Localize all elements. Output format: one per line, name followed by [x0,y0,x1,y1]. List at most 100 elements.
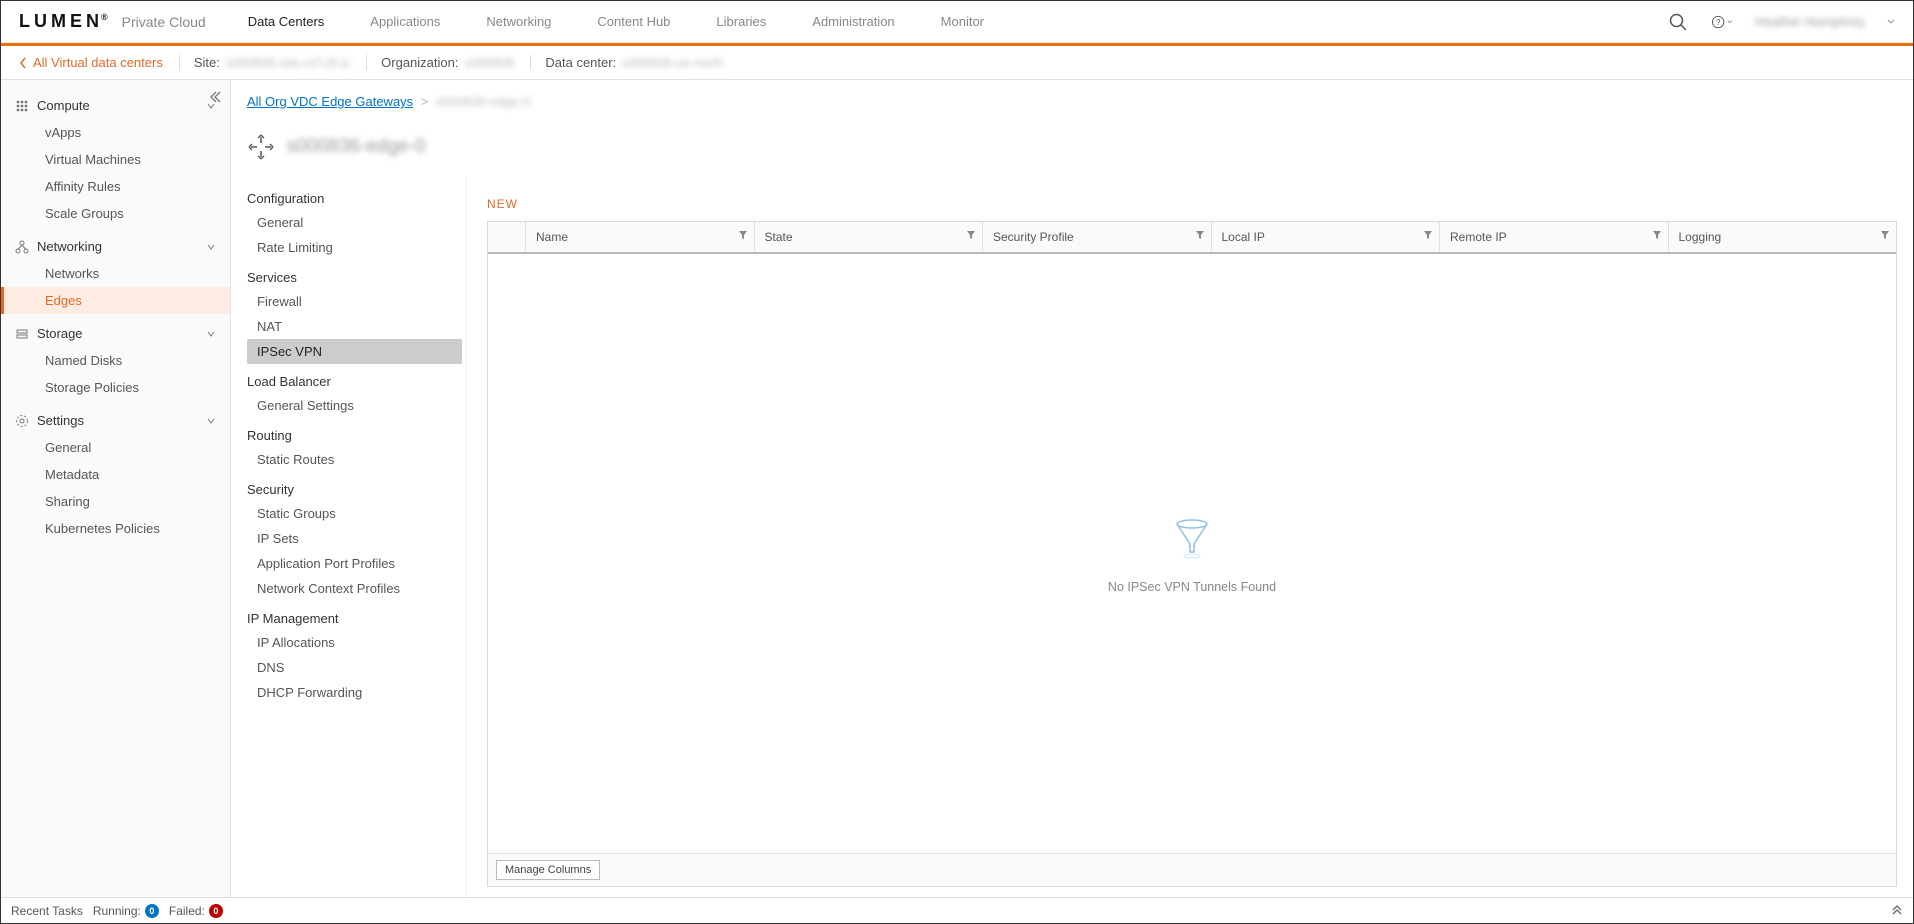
grid-select-all[interactable] [488,222,526,252]
topnav-applications[interactable]: Applications [370,14,440,29]
midnav-firewall[interactable]: Firewall [247,289,462,314]
nav-item-kubernetes-policies[interactable]: Kubernetes Policies [1,515,230,542]
nav-item-storage-policies[interactable]: Storage Policies [1,374,230,401]
help-icon[interactable]: ? [1711,11,1733,33]
midnav-static-groups[interactable]: Static Groups [247,501,462,526]
detail-nav: Configuration General Rate Limiting Serv… [247,177,467,897]
search-icon[interactable] [1667,11,1689,33]
task-bar: Recent Tasks Running: 0 Failed: 0 [1,897,1913,923]
nav-item-networks[interactable]: Networks [1,260,230,287]
site-segment: Site: s000836.site.vcf.ctl.io [179,55,350,70]
collapse-sidebar-icon[interactable] [208,90,222,104]
new-button[interactable]: NEW [487,197,518,211]
midnav-group-routing: Routing [247,418,462,447]
nav-item-metadata[interactable]: Metadata [1,461,230,488]
datacenter-segment: Data center: s000836.us-north [530,55,723,70]
main-panel: NEW Name State Security Profile Local IP… [467,177,1913,897]
nav-section-settings[interactable]: Settings [1,407,230,434]
topnav-monitor[interactable]: Monitor [941,14,984,29]
midnav-app-port-profiles[interactable]: Application Port Profiles [247,551,462,576]
top-nav: Data Centers Applications Networking Con… [248,14,984,29]
filter-icon[interactable] [966,230,976,240]
topnav-administration[interactable]: Administration [812,14,894,29]
midnav-group-configuration: Configuration [247,181,462,210]
running-tasks[interactable]: Running: 0 [93,904,159,918]
topnav-networking[interactable]: Networking [486,14,551,29]
col-local-ip[interactable]: Local IP [1212,222,1441,252]
nav-item-edges[interactable]: Edges [1,287,230,314]
chevron-down-icon [206,416,216,426]
midnav-static-routes[interactable]: Static Routes [247,447,462,472]
chevron-down-icon [206,242,216,252]
filter-icon[interactable] [1880,230,1890,240]
org-segment: Organization: s000836 [366,55,514,70]
breadcrumb-sep: > [421,94,429,109]
location-bar: All Virtual data centers Site: s000836.s… [1,46,1913,80]
midnav-dns[interactable]: DNS [247,655,462,680]
nav-item-scale-groups[interactable]: Scale Groups [1,200,230,227]
running-count-badge: 0 [145,904,159,918]
midnav-ip-sets[interactable]: IP Sets [247,526,462,551]
top-bar: LUMEN® Private Cloud Data Centers Applic… [1,1,1913,43]
midnav-rate-limiting[interactable]: Rate Limiting [247,235,462,260]
col-remote-ip[interactable]: Remote IP [1440,222,1669,252]
midnav-group-ip-management: IP Management [247,601,462,630]
midnav-dhcp-forwarding[interactable]: DHCP Forwarding [247,680,462,705]
filter-icon[interactable] [738,230,748,240]
funnel-icon [1168,514,1216,562]
midnav-general[interactable]: General [247,210,462,235]
col-logging[interactable]: Logging [1669,222,1897,252]
midnav-ip-allocations[interactable]: IP Allocations [247,630,462,655]
svg-text:?: ? [1716,17,1721,26]
nav-item-sharing[interactable]: Sharing [1,488,230,515]
midnav-group-load-balancer: Load Balancer [247,364,462,393]
nav-section-compute[interactable]: Compute [1,92,230,119]
sidebar-left: Compute vApps Virtual Machines Affinity … [1,80,231,897]
app-name: Private Cloud [122,14,206,30]
grid-header: Name State Security Profile Local IP Rem… [488,222,1896,254]
filter-icon[interactable] [1652,230,1662,240]
page-title: s000836-edge-0 [247,109,1913,177]
topnav-libraries[interactable]: Libraries [716,14,766,29]
midnav-ipsec-vpn[interactable]: IPSec VPN [247,339,462,364]
midnav-group-services: Services [247,260,462,289]
filter-icon[interactable] [1195,230,1205,240]
expand-task-panel-icon[interactable] [1891,905,1903,917]
nav-item-virtual-machines[interactable]: Virtual Machines [1,146,230,173]
col-state[interactable]: State [755,222,984,252]
grid-footer: Manage Columns [488,853,1896,886]
ipsec-grid: Name State Security Profile Local IP Rem… [487,221,1897,887]
nav-section-networking[interactable]: Networking [1,233,230,260]
col-security-profile[interactable]: Security Profile [983,222,1212,252]
brand-logo: LUMEN® [19,11,108,32]
breadcrumb: All Org VDC Edge Gateways > s000836-edge… [247,80,1913,109]
empty-message: No IPSec VPN Tunnels Found [1108,580,1276,594]
gear-icon [15,414,29,428]
breadcrumb-link[interactable]: All Org VDC Edge Gateways [247,94,413,109]
filter-icon[interactable] [1423,230,1433,240]
chevron-left-icon [19,57,27,69]
nav-item-named-disks[interactable]: Named Disks [1,347,230,374]
midnav-group-security: Security [247,472,462,501]
back-link[interactable]: All Virtual data centers [19,55,163,70]
nav-item-vapps[interactable]: vApps [1,119,230,146]
failed-tasks[interactable]: Failed: 0 [169,904,223,918]
breadcrumb-current: s000836-edge-0 [436,94,531,109]
topnav-content-hub[interactable]: Content Hub [597,14,670,29]
network-icon [15,240,29,254]
grid-icon [15,99,29,113]
col-name[interactable]: Name [526,222,755,252]
nav-item-affinity-rules[interactable]: Affinity Rules [1,173,230,200]
topnav-data-centers[interactable]: Data Centers [248,14,325,29]
midnav-lb-general-settings[interactable]: General Settings [247,393,462,418]
midnav-nat[interactable]: NAT [247,314,462,339]
midnav-network-context-profiles[interactable]: Network Context Profiles [247,576,462,601]
manage-columns-button[interactable]: Manage Columns [496,860,600,880]
chevron-down-icon [206,329,216,339]
storage-icon [15,327,29,341]
nav-section-storage[interactable]: Storage [1,320,230,347]
nav-item-general[interactable]: General [1,434,230,461]
user-menu[interactable]: Heather Humphrey [1755,14,1865,29]
grid-empty-state: No IPSec VPN Tunnels Found [488,254,1896,853]
failed-count-badge: 0 [209,904,223,918]
